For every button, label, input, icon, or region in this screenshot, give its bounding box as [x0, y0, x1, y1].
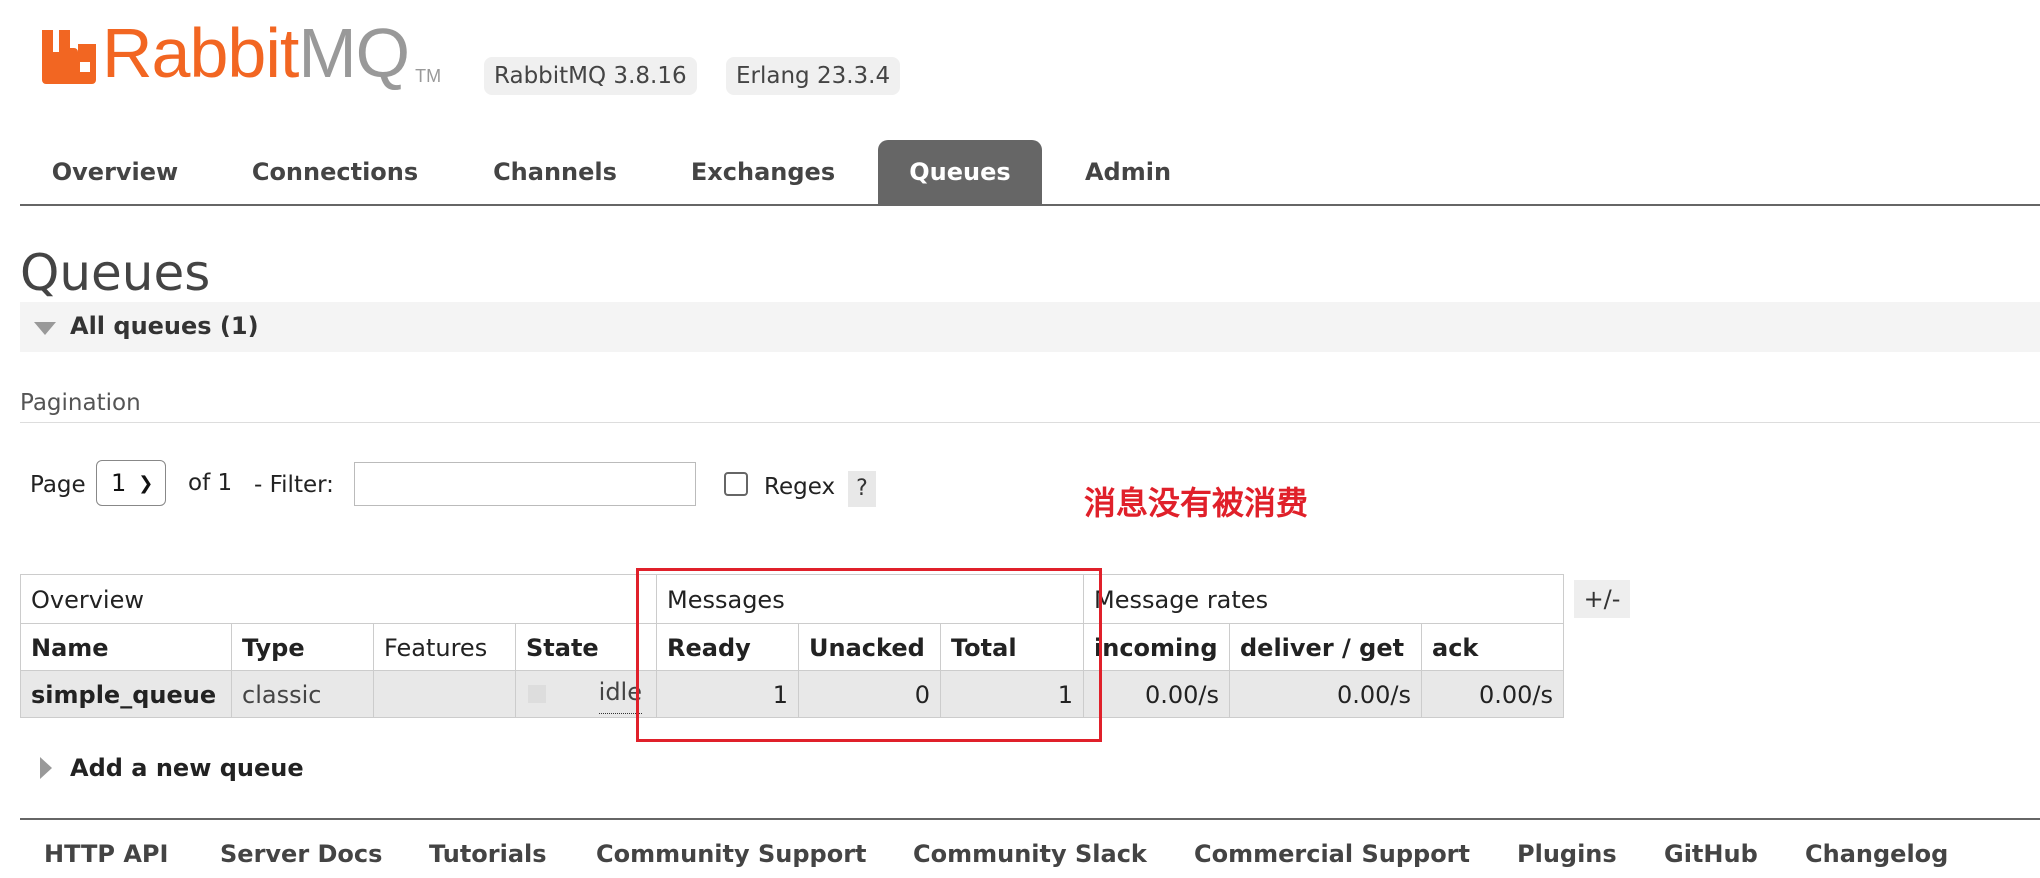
queue-name-link[interactable]: simple_queue [20, 670, 232, 718]
tab-connections[interactable]: Connections [236, 140, 434, 204]
collapse-triangle-icon[interactable] [34, 322, 56, 335]
column-header-deliver-get[interactable]: deliver / get [1229, 623, 1422, 671]
pagination-divider [20, 422, 2040, 423]
rabbitmq-version-badge: RabbitMQ 3.8.16 [484, 57, 697, 95]
queue-incoming-rate: 0.00/s [1083, 670, 1230, 718]
footer-link-tutorials[interactable]: Tutorials [429, 840, 547, 868]
group-header-overview: Overview [20, 574, 657, 624]
page-select[interactable]: 1 ❯ [96, 460, 166, 506]
expand-triangle-icon[interactable] [40, 757, 52, 779]
filter-input[interactable] [354, 462, 696, 506]
state-indicator-icon [528, 685, 546, 703]
annotation-highlight-box [636, 568, 1102, 742]
page-label: Page [30, 472, 86, 498]
footer-link-server-docs[interactable]: Server Docs [220, 840, 382, 868]
footer-link-community-slack[interactable]: Community Slack [913, 840, 1147, 868]
trademark-symbol: TM [415, 66, 442, 86]
chevron-down-icon: ❯ [138, 472, 154, 494]
footer-link-github[interactable]: GitHub [1664, 840, 1758, 868]
add-new-queue-toggle[interactable]: Add a new queue [70, 754, 304, 782]
column-header-features[interactable]: Features [373, 623, 516, 671]
footer-link-community-support[interactable]: Community Support [596, 840, 867, 868]
column-header-ack[interactable]: ack [1421, 623, 1564, 671]
queue-type: classic [231, 670, 374, 718]
footer-link-commercial-support[interactable]: Commercial Support [1194, 840, 1470, 868]
tab-divider [20, 204, 2040, 206]
filter-label: - Filter: [254, 472, 334, 498]
all-queues-section-title[interactable]: All queues (1) [70, 312, 259, 340]
pagination-heading: Pagination [20, 390, 141, 416]
queue-deliver-get-rate: 0.00/s [1229, 670, 1422, 718]
rabbitmq-logo[interactable]: Rabbit MQ TM [42, 14, 442, 92]
regex-help-button[interactable]: ? [848, 471, 876, 507]
toggle-columns-button[interactable]: +/- [1574, 580, 1630, 618]
rabbit-logo-icon [42, 30, 96, 84]
group-header-message-rates: Message rates [1083, 574, 1564, 624]
column-header-name[interactable]: Name [20, 623, 232, 671]
queue-features [373, 670, 516, 718]
brand-name-rabbit: Rabbit [102, 14, 299, 92]
tab-overview[interactable]: Overview [30, 140, 200, 204]
page-title: Queues [20, 244, 211, 302]
footer-link-changelog[interactable]: Changelog [1805, 840, 1948, 868]
tab-exchanges[interactable]: Exchanges [670, 140, 856, 204]
brand-name-mq: MQ [298, 14, 410, 92]
column-header-type[interactable]: Type [231, 623, 374, 671]
footer-divider [20, 818, 2040, 820]
queue-ack-rate: 0.00/s [1421, 670, 1564, 718]
tab-queues[interactable]: Queues [878, 140, 1042, 204]
column-header-incoming[interactable]: incoming [1083, 623, 1230, 671]
regex-checkbox[interactable] [724, 472, 748, 496]
regex-label: Regex [764, 474, 836, 500]
tab-channels[interactable]: Channels [476, 140, 634, 204]
tab-admin[interactable]: Admin [1072, 140, 1184, 204]
footer-link-http-api[interactable]: HTTP API [44, 840, 168, 868]
page-count-label: of 1 [188, 470, 233, 496]
footer-link-plugins[interactable]: Plugins [1517, 840, 1617, 868]
all-queues-section-header[interactable] [20, 302, 2040, 352]
erlang-version-badge: Erlang 23.3.4 [726, 57, 901, 95]
page-select-value: 1 [111, 469, 127, 497]
annotation-note: 消息没有被消费 [1084, 484, 1309, 522]
